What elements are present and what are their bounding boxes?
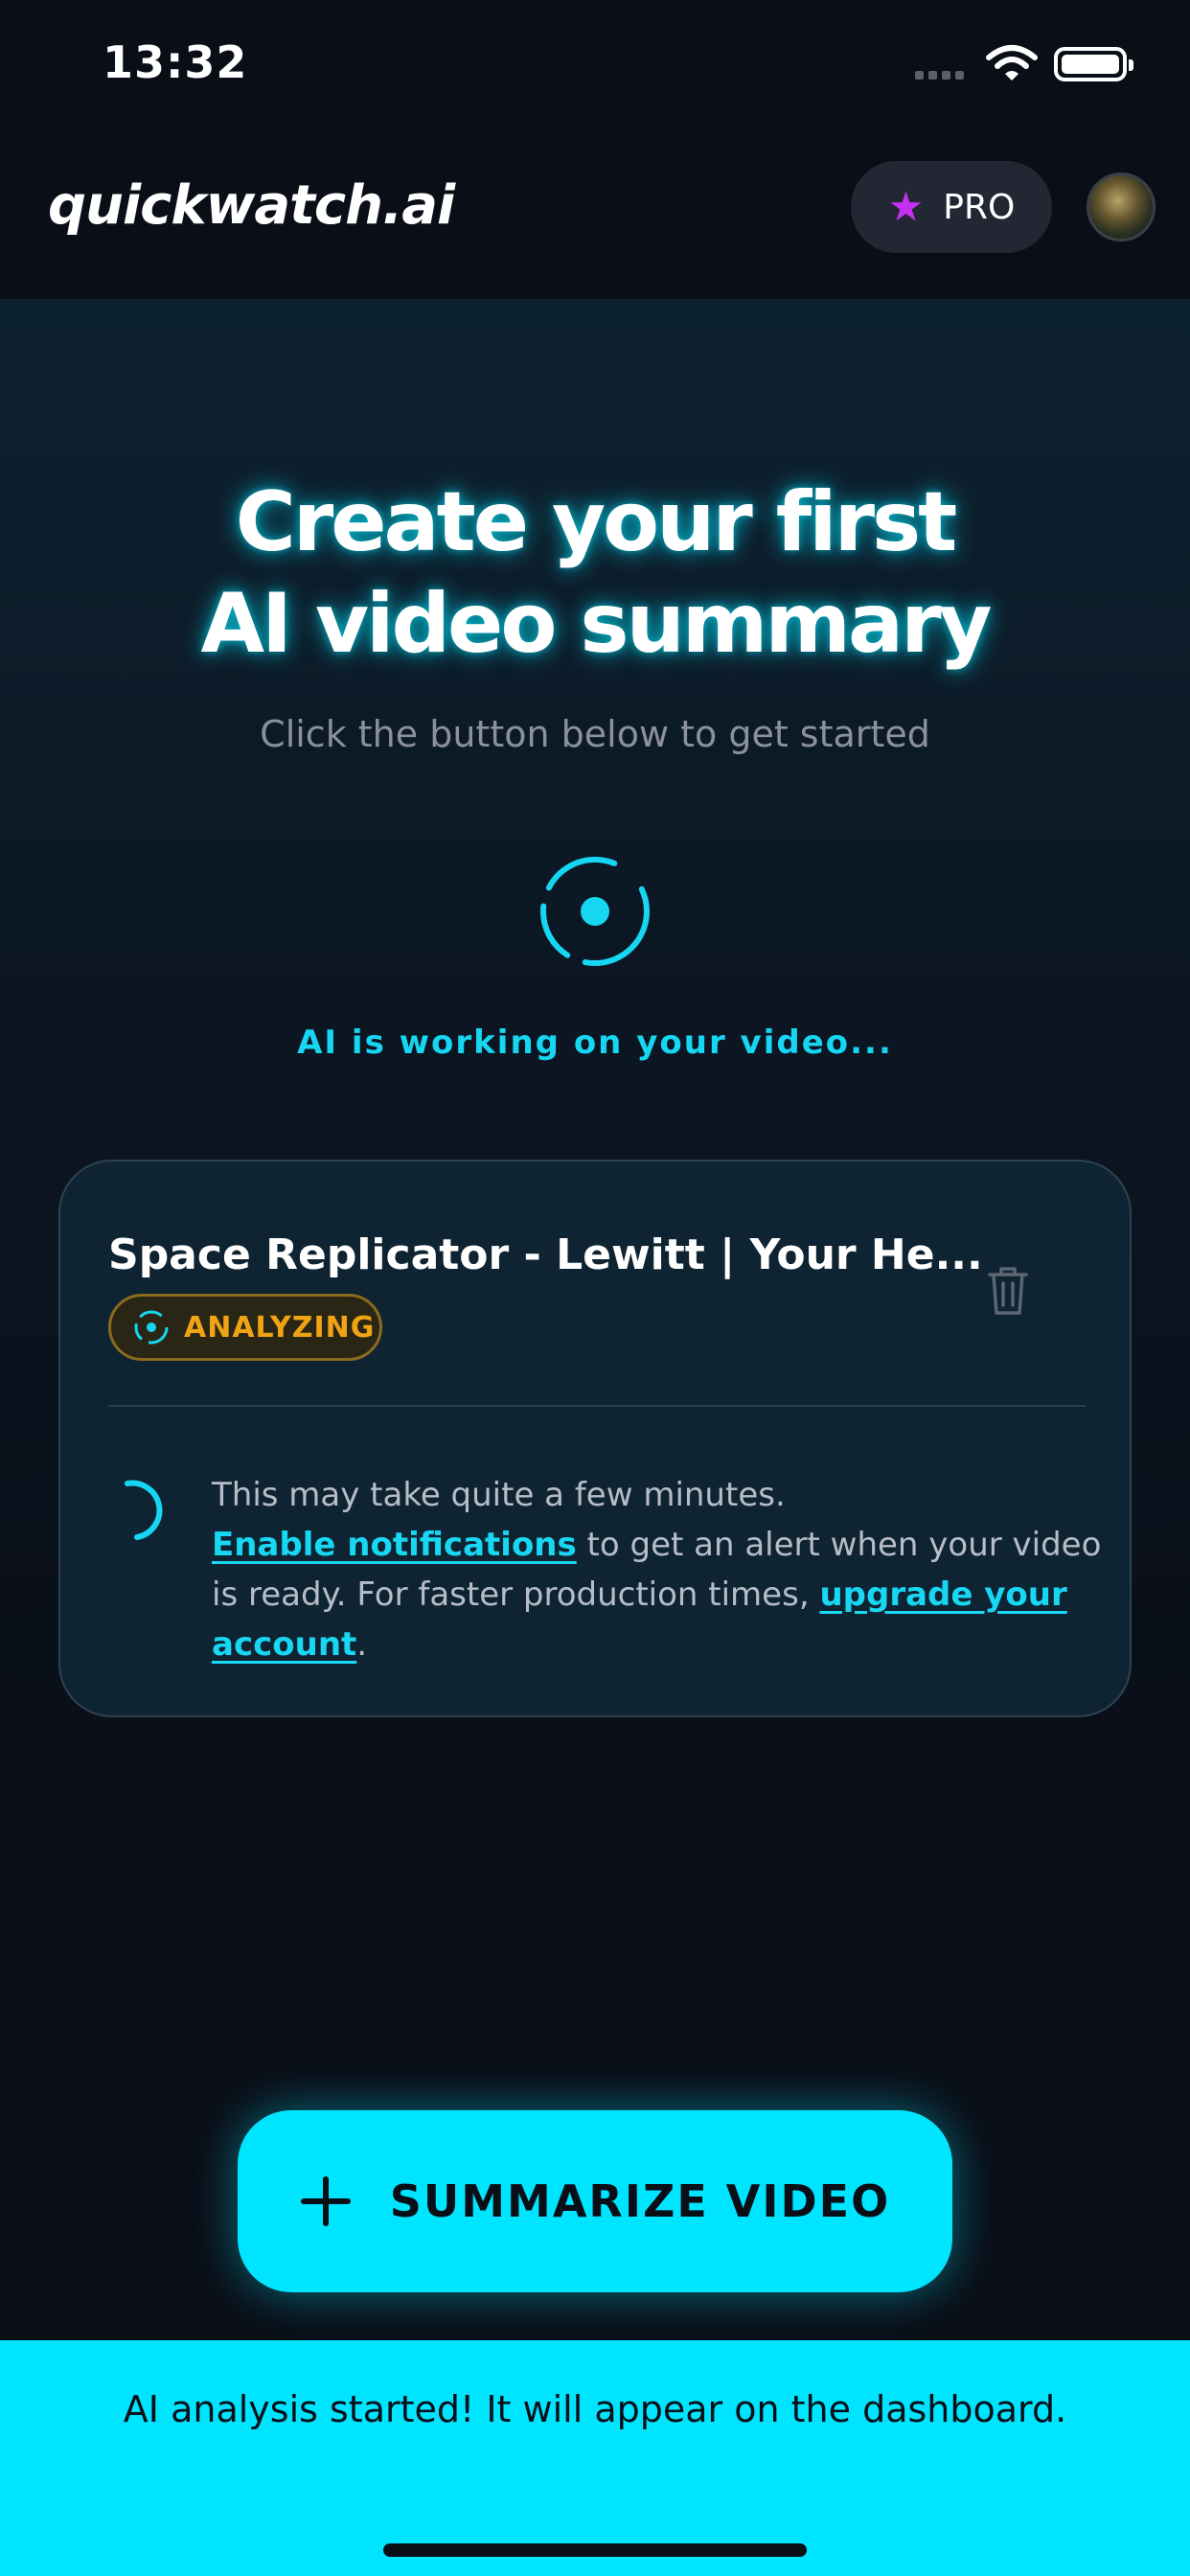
app-logo[interactable]: quickwatch.ai (48, 174, 455, 237)
info-line-1: This may take quite a few minutes. (212, 1476, 786, 1514)
status-badge: ANALYZING (108, 1294, 382, 1361)
cellular-signal-icon (915, 71, 964, 80)
processing-info: This may take quite a few minutes. Enabl… (212, 1470, 1103, 1669)
analyzing-icon (134, 1310, 169, 1345)
status-bar: 13:32 (0, 0, 1190, 134)
summarize-video-label: SUMMARIZE VIDEO (389, 2175, 891, 2227)
pro-label: PRO (943, 187, 1016, 227)
app-header: quickwatch.ai ★ PRO (0, 134, 1190, 299)
status-time: 13:32 (103, 36, 248, 88)
title-line-1: Create your first (235, 474, 958, 570)
card-divider (108, 1405, 1086, 1407)
summarize-video-button[interactable]: SUMMARIZE VIDEO (238, 2110, 952, 2292)
info-end: . (356, 1625, 368, 1664)
video-title[interactable]: Space Replicator - Lewitt | Your He... (108, 1230, 983, 1279)
page-title: Create your first AI video summary (0, 472, 1190, 675)
loading-spinner-icon (540, 857, 650, 966)
main-content: Create your first AI video summary Click… (0, 299, 1190, 1832)
progress-spinner-icon (125, 1480, 163, 1540)
wifi-icon (986, 45, 1038, 80)
pro-button[interactable]: ★ PRO (851, 161, 1052, 253)
star-icon: ★ (887, 183, 925, 230)
ai-working-status: AI is working on your video... (297, 1024, 893, 1062)
avatar[interactable] (1087, 172, 1156, 242)
status-badge-label: ANALYZING (184, 1310, 376, 1345)
home-indicator[interactable] (383, 2543, 807, 2557)
battery-icon (1054, 47, 1133, 81)
plus-icon (300, 2176, 351, 2226)
toast-message: AI analysis started! It will appear on t… (123, 2388, 1067, 2430)
trash-icon[interactable] (986, 1265, 1030, 1317)
enable-notifications-link[interactable]: Enable notifications (212, 1526, 577, 1564)
video-card: Space Replicator - Lewitt | Your He... A… (58, 1160, 1132, 1717)
toast-notification: AI analysis started! It will appear on t… (0, 2340, 1190, 2576)
page-subtitle: Click the button below to get started (260, 713, 930, 755)
title-line-2: AI video summary (200, 576, 992, 672)
